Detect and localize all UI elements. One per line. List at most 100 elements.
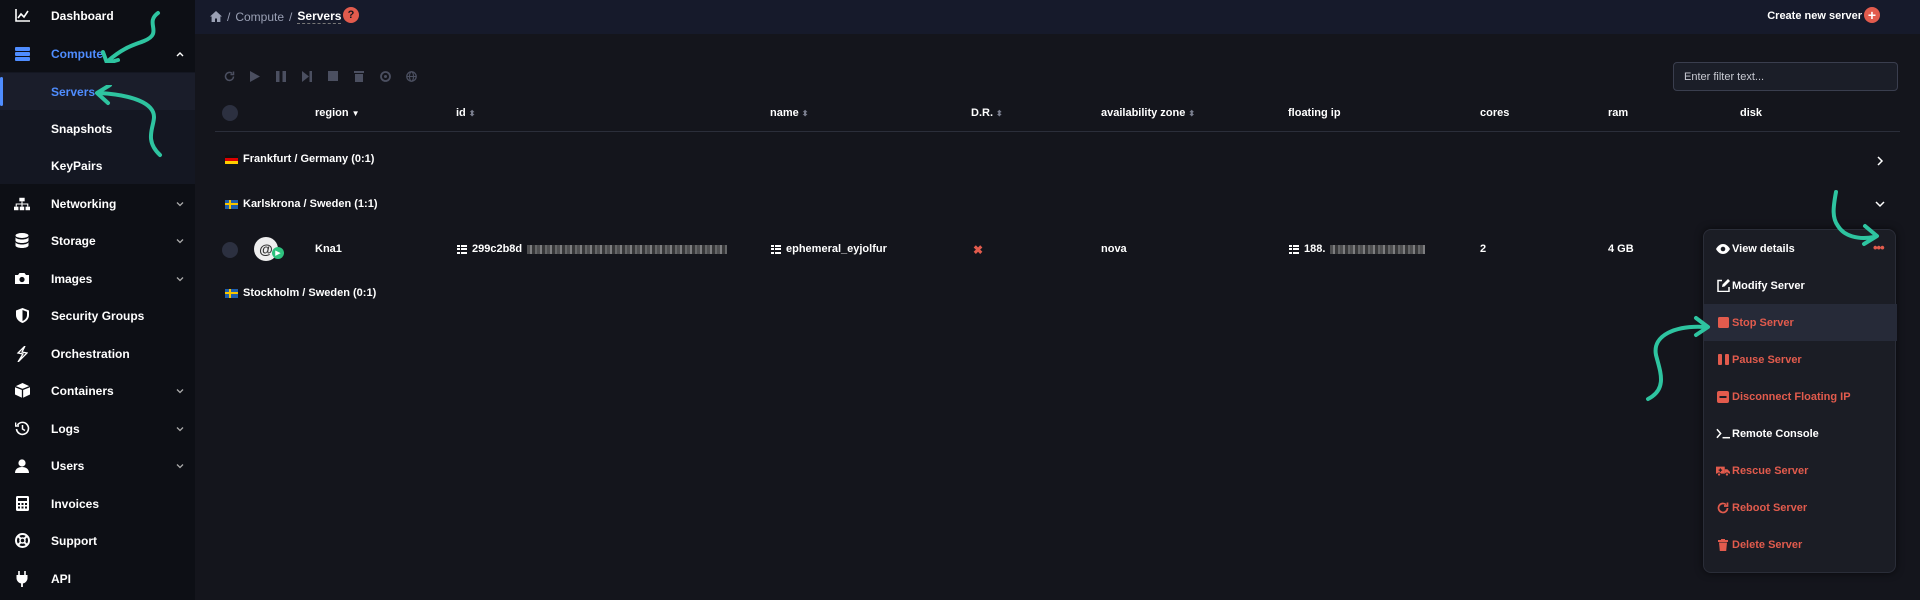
sidebar-item-storage[interactable]: Storage: [0, 222, 195, 259]
column-header-name[interactable]: name ⬍: [770, 107, 808, 119]
region-group-karlskrona[interactable]: Karlskrona / Sweden (1:1): [225, 198, 378, 210]
menu-item-pause-server[interactable]: Pause Server: [1704, 341, 1897, 378]
sidebar-item-servers[interactable]: Servers: [0, 73, 195, 110]
chevron-down-icon: [176, 276, 184, 281]
cell-ram: 4 GB: [1608, 243, 1634, 255]
help-icon[interactable]: ?: [343, 7, 359, 23]
region-group-frankfurt[interactable]: Frankfurt / Germany (0:1): [225, 153, 374, 165]
row-checkbox[interactable]: [222, 242, 238, 258]
sidebar-item-label: KeyPairs: [51, 158, 103, 173]
refresh-icon[interactable]: [222, 69, 236, 83]
lifebuoy-icon[interactable]: [378, 69, 392, 83]
redacted-text: [527, 244, 728, 254]
sidebar-item-label: Images: [51, 271, 93, 286]
sidebar-item-support[interactable]: Support: [0, 522, 195, 559]
sidebar-item-invoices[interactable]: Invoices: [0, 485, 195, 522]
play-icon[interactable]: [248, 69, 262, 83]
sidebar-item-snapshots[interactable]: Snapshots: [0, 110, 195, 147]
globe-icon[interactable]: [404, 69, 418, 83]
chevron-right-icon[interactable]: [1876, 156, 1884, 166]
trash-icon: [1716, 538, 1730, 552]
sidebar-item-logs[interactable]: Logs: [0, 410, 195, 447]
column-header-ram: ram: [1608, 107, 1629, 119]
menu-item-view-details[interactable]: View details: [1704, 230, 1897, 267]
column-header-dr[interactable]: D.R. ⬍: [971, 107, 1003, 119]
sidebar-item-label: Servers: [51, 84, 96, 99]
eye-icon: [1716, 242, 1730, 256]
sidebar-item-label: Dashboard: [51, 8, 114, 23]
select-all-checkbox[interactable]: [222, 105, 238, 121]
sidebar-item-label: Compute: [51, 46, 103, 61]
breadcrumb-compute[interactable]: Compute: [235, 10, 284, 24]
sidebar-item-api[interactable]: API: [0, 560, 195, 597]
server-toolbar: [222, 69, 418, 83]
lifebuoy-icon: [14, 533, 30, 549]
breadcrumb-separator: /: [227, 9, 231, 24]
sidebar-item-images[interactable]: Images: [0, 260, 195, 297]
breadcrumb-separator: /: [289, 9, 293, 24]
menu-item-reboot-server[interactable]: Reboot Server: [1704, 489, 1897, 526]
cell-availability-zone: nova: [1101, 243, 1127, 255]
sort-icon: ⬍: [1188, 108, 1196, 118]
top-bar: / Compute / Servers ? Create new server …: [195, 0, 1920, 34]
orchestration-icon: [14, 345, 30, 362]
running-status-icon: ▶: [272, 247, 284, 259]
sort-desc-icon: ▼: [351, 108, 360, 118]
sidebar-item-label: Snapshots: [51, 121, 113, 136]
chevron-down-icon: [176, 463, 184, 468]
minus-square-icon: [1716, 390, 1730, 404]
sidebar-item-keypairs[interactable]: KeyPairs: [0, 147, 195, 184]
reboot-icon: [1716, 501, 1730, 515]
chevron-down-icon: [176, 238, 184, 243]
sidebar-item-orchestration[interactable]: Orchestration: [0, 335, 195, 372]
pause-icon: [1716, 353, 1730, 367]
region-group-stockholm[interactable]: Stockholm / Sweden (0:1): [225, 287, 376, 299]
server-actions-menu: View details Modify Server Stop Server P…: [1703, 229, 1897, 573]
sweden-flag-icon: [225, 199, 238, 209]
trash-icon[interactable]: [352, 69, 366, 83]
terminal-icon: [1716, 427, 1730, 441]
column-header-region[interactable]: region ▼: [315, 107, 360, 119]
create-server-button[interactable]: Create new server: [1767, 10, 1862, 22]
sidebar-item-security-groups[interactable]: Security Groups: [0, 297, 195, 334]
menu-item-delete-server[interactable]: Delete Server: [1704, 526, 1897, 563]
column-header-floating-ip: floating ip: [1288, 107, 1341, 119]
sidebar-item-containers[interactable]: Containers: [0, 372, 195, 409]
sidebar-item-label: Users: [51, 458, 85, 473]
cell-name[interactable]: ephemeral_eyjolfur: [771, 243, 887, 255]
chevron-down-icon: [176, 201, 184, 206]
menu-item-remote-console[interactable]: Remote Console: [1704, 415, 1897, 452]
menu-item-modify-server[interactable]: Modify Server: [1704, 267, 1897, 304]
redacted-text: [1330, 244, 1426, 254]
sidebar-item-label: Storage: [51, 233, 96, 248]
cell-floating-ip[interactable]: 188.: [1289, 243, 1426, 255]
sidebar-item-label: API: [51, 571, 72, 586]
stop-icon[interactable]: [326, 69, 340, 83]
sidebar-item-dashboard[interactable]: Dashboard: [0, 0, 195, 34]
step-forward-icon[interactable]: [300, 69, 314, 83]
column-header-availability-zone[interactable]: availability zone ⬍: [1101, 107, 1195, 119]
chevron-down-icon: [176, 388, 184, 393]
column-header-id[interactable]: id ⬍: [456, 107, 475, 119]
stop-icon: [1716, 316, 1730, 330]
shield-icon: [14, 308, 30, 324]
sidebar-item-compute[interactable]: Compute: [0, 35, 195, 72]
menu-item-rescue-server[interactable]: Rescue Server: [1704, 452, 1897, 489]
menu-item-disconnect-floating-ip[interactable]: Disconnect Floating IP: [1704, 378, 1897, 415]
row-actions-menu-icon[interactable]: •••: [1873, 240, 1885, 255]
sidebar: Dashboard Compute Servers Snapshots KeyP…: [0, 0, 195, 600]
sidebar-item-networking[interactable]: Networking: [0, 185, 195, 222]
chevron-down-icon[interactable]: [1875, 200, 1885, 208]
sidebar-item-users[interactable]: Users: [0, 447, 195, 484]
pause-icon[interactable]: [274, 69, 288, 83]
plug-icon: [14, 570, 30, 587]
home-icon[interactable]: [210, 11, 222, 22]
menu-item-stop-server[interactable]: Stop Server: [1704, 304, 1897, 341]
history-icon: [14, 421, 30, 437]
cell-id[interactable]: 299c2b8d: [457, 243, 728, 255]
plus-circle-icon[interactable]: +: [1864, 7, 1880, 23]
breadcrumb-current: Servers: [297, 9, 342, 24]
table-header: region ▼ id ⬍ name ⬍ D.R. ⬍ availability zon…: [215, 99, 1900, 132]
filter-input[interactable]: [1673, 62, 1898, 91]
sort-icon: ⬍: [468, 108, 476, 118]
